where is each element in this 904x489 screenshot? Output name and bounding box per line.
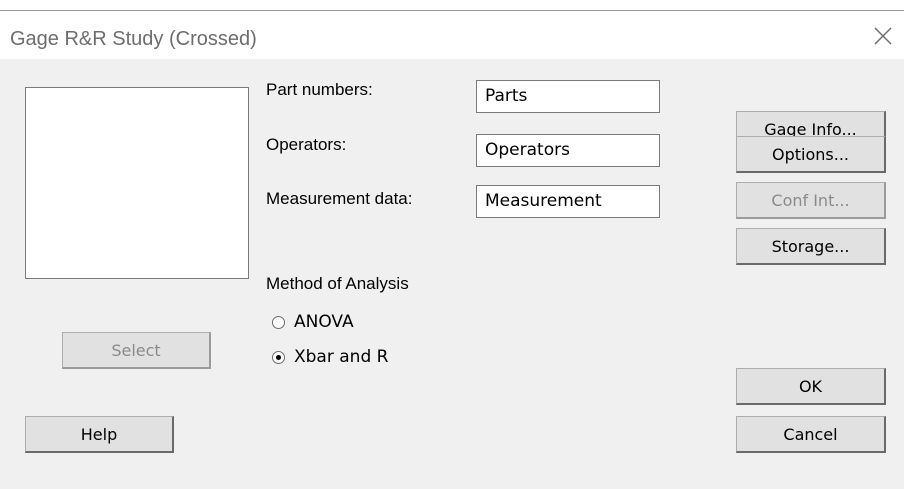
storage-button[interactable]: Storage...: [736, 228, 886, 265]
measurement-data-label: Measurement data:: [266, 189, 413, 208]
radio-anova[interactable]: ANOVA: [272, 312, 354, 332]
select-button[interactable]: Select: [62, 332, 211, 369]
title-bar: Gage R&R Study (Crossed): [0, 11, 904, 59]
radio-xbar-r-label: Xbar and R: [294, 347, 389, 367]
measurement-data-field[interactable]: Measurement: [476, 185, 660, 218]
radio-xbar-r[interactable]: Xbar and R: [272, 347, 388, 367]
cancel-button[interactable]: Cancel: [736, 416, 886, 453]
radio-xbar-r-button[interactable]: [272, 350, 285, 364]
help-button[interactable]: Help: [25, 416, 174, 453]
part-numbers-label: Part numbers:: [266, 80, 373, 99]
radio-anova-label: ANOVA: [294, 312, 354, 332]
close-icon[interactable]: [872, 25, 894, 47]
operators-label: Operators:: [266, 135, 347, 154]
variables-listbox[interactable]: [25, 87, 249, 279]
part-numbers-field[interactable]: Parts: [476, 80, 660, 113]
operators-field[interactable]: Operators: [476, 134, 660, 167]
method-of-analysis-label: Method of Analysis: [266, 274, 409, 293]
ok-button[interactable]: OK: [736, 368, 886, 405]
gage-rr-dialog: Gage R&R Study (Crossed) Part numbers: P…: [0, 10, 904, 489]
options-button[interactable]: Options...: [736, 136, 886, 173]
window-title: Gage R&R Study (Crossed): [10, 28, 257, 50]
radio-anova-button[interactable]: [272, 315, 285, 329]
conf-int-button[interactable]: Conf Int...: [736, 182, 886, 219]
